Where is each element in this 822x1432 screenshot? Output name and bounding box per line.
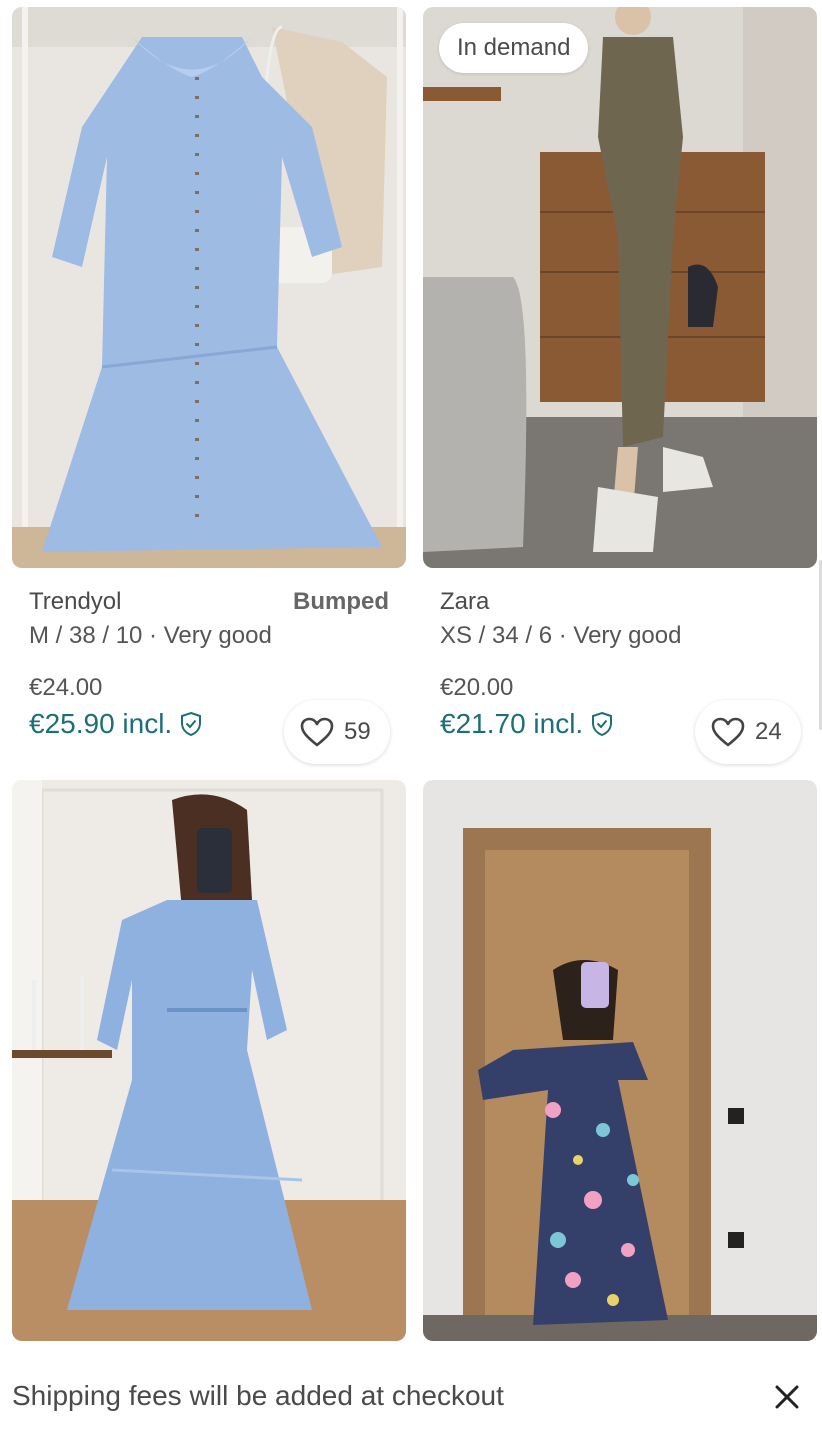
price-incl-label: €25.90 incl. [29,708,173,739]
shipping-banner: Shipping fees will be added at checkout [0,1360,822,1432]
item-photo[interactable] [423,780,817,1341]
favourite-button[interactable]: 59 [284,700,390,764]
item-price: €20.00 [440,674,514,701]
price-incl-label: €21.70 incl. [440,708,584,739]
heart-icon [300,717,334,747]
item-brand: Zara [440,588,490,615]
in-demand-badge: In demand [439,23,589,73]
item-details: M / 38 / 10 · Very good [29,622,272,649]
shipping-notice: Shipping fees will be added at checkout [12,1380,504,1411]
like-count: 24 [755,718,782,745]
item-photo[interactable] [12,7,406,568]
item-brand: Trendyol [29,588,122,615]
shield-check-icon [181,711,202,737]
item-photo[interactable] [423,7,817,568]
item-details: XS / 34 / 6 · Very good [440,622,682,649]
bumped-label: Bumped [293,588,389,615]
like-count: 59 [344,718,371,745]
heart-icon [711,717,745,747]
favourite-button[interactable]: 24 [695,700,801,764]
close-icon[interactable] [772,1382,802,1412]
shield-check-icon [592,711,613,737]
item-price: €24.00 [29,674,103,701]
item-photo[interactable] [12,780,406,1341]
